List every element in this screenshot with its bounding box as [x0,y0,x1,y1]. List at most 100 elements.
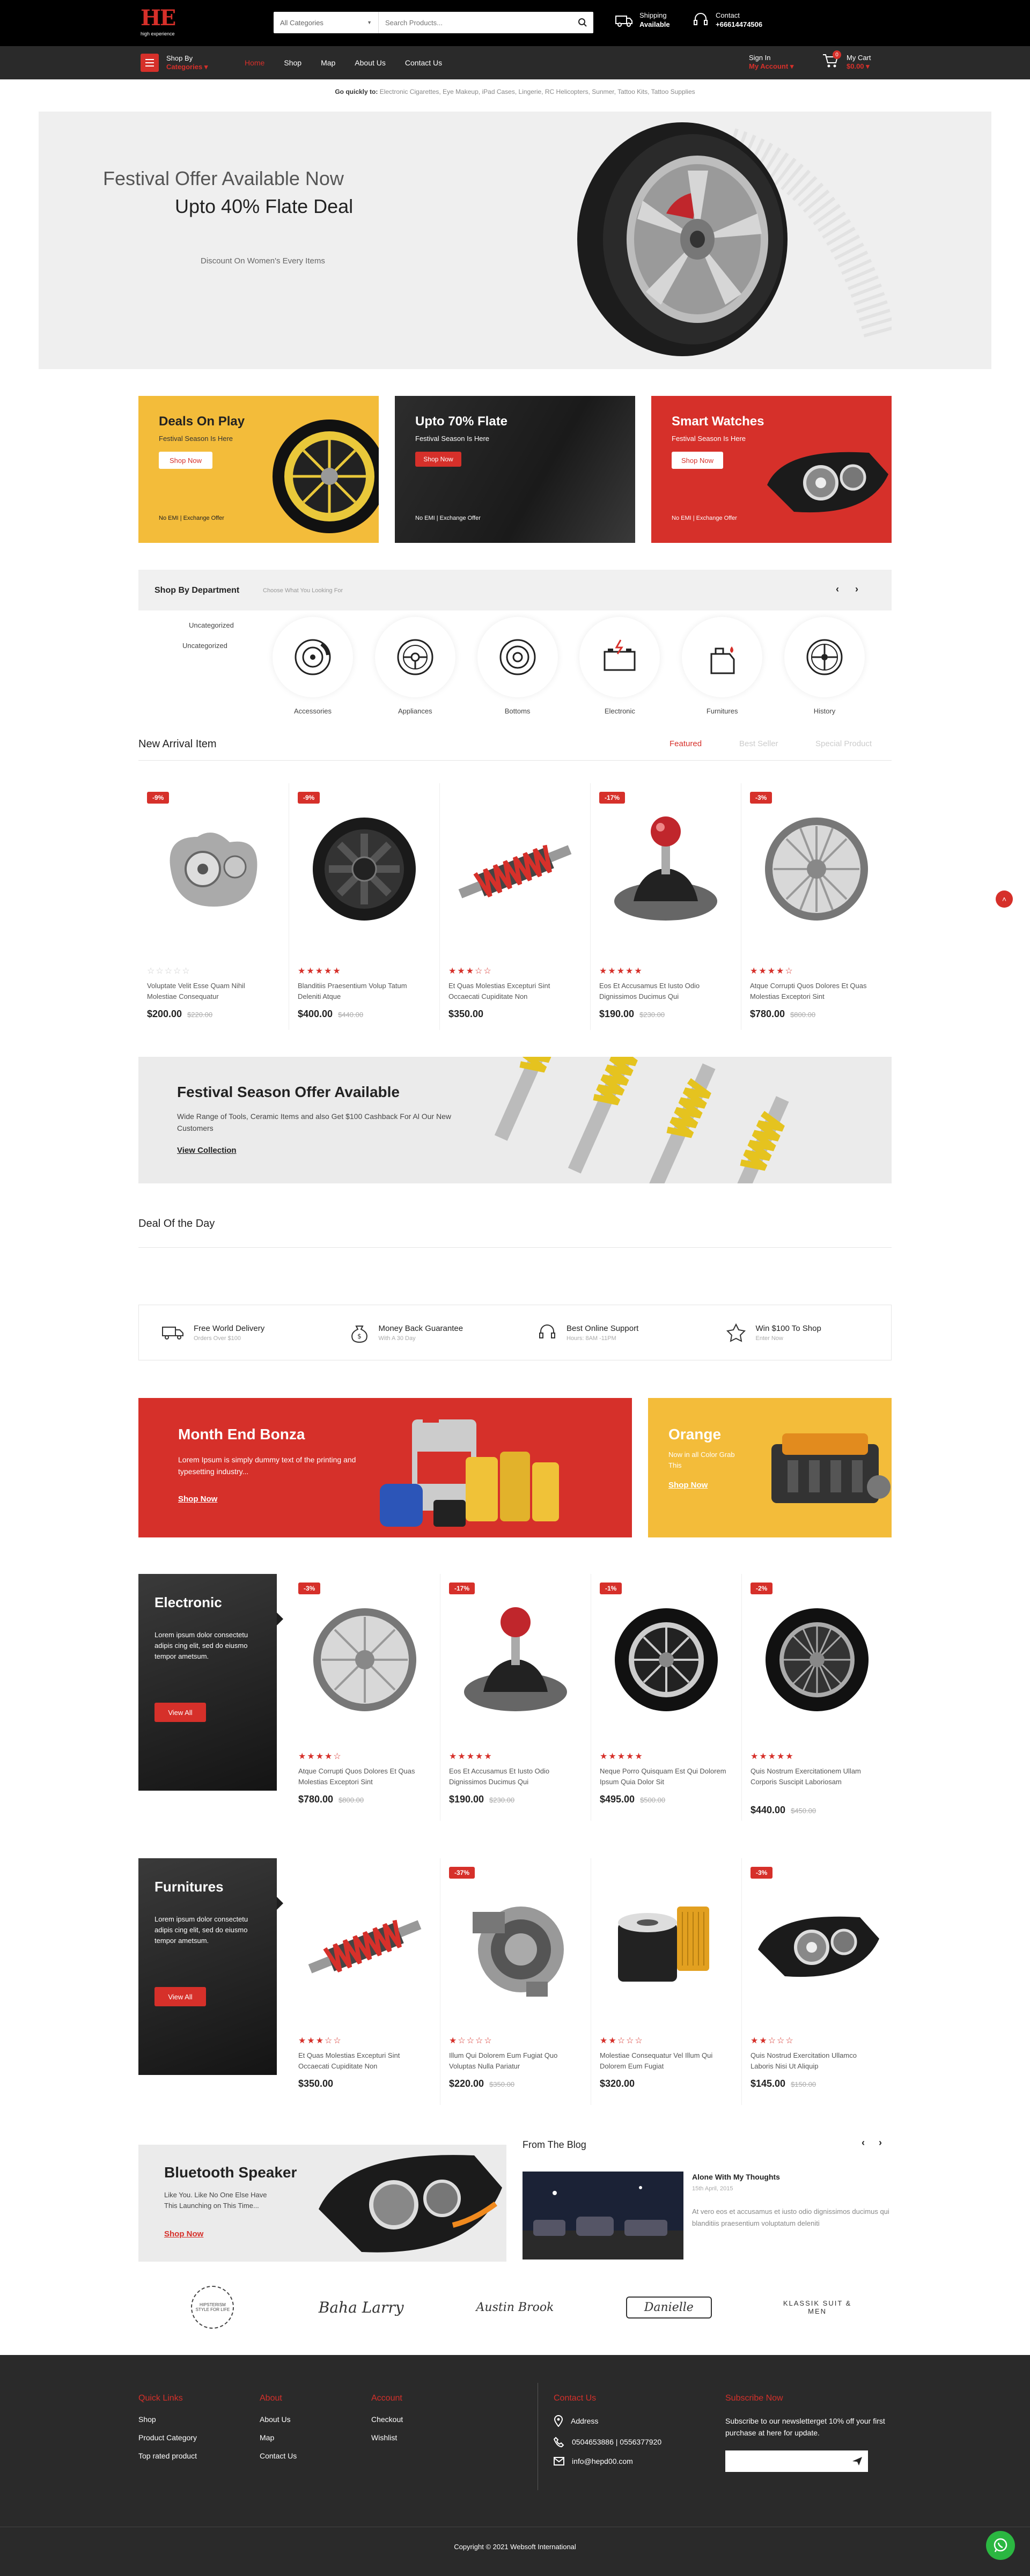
shop-now-button[interactable]: Shop Now [672,452,723,469]
contact-phone[interactable]: +66614474506 [716,20,762,29]
view-collection-link[interactable]: View Collection [177,1146,237,1155]
department-next[interactable]: › [855,584,858,595]
quick-link[interactable]: Sunmer, [592,88,616,95]
tab-best-seller[interactable]: Best Seller [739,739,778,748]
product-name[interactable]: Atque Corrupti Quos Dolores Et Quas Mole… [750,981,879,1002]
quick-link[interactable]: Eye Makeup, [443,88,480,95]
department-prev[interactable]: ‹ [836,584,839,595]
nav-link-map[interactable]: Map [321,58,335,67]
shop-now-link[interactable]: Shop Now [668,1481,708,1490]
footer-link[interactable]: Wishlist [371,2433,403,2442]
product-name[interactable]: Molestiae Consequatur Vel Illum Qui Dolo… [600,2050,729,2072]
footer-link[interactable]: About Us [260,2415,297,2424]
quick-link[interactable]: iPad Cases, [482,88,517,95]
product-card[interactable]: -9% ☆☆☆☆☆ Voluptate Velit Esse Quam Nihi… [138,783,289,1030]
product-name[interactable]: Blanditiis Praesentium Volup Tatum Delen… [298,981,426,1002]
product-name[interactable]: Neque Porro Quisquam Est Qui Dolorem Ips… [600,1766,729,1787]
shop-now-button[interactable]: Shop Now [415,452,461,467]
product-name[interactable]: Eos Et Accusamus Et Iusto Odio Dignissim… [599,981,728,1002]
product-name[interactable]: Quis Nostrud Exercitation Ullamco Labori… [751,2050,879,2072]
blog-next[interactable]: › [879,2137,882,2148]
category-electronic[interactable]: Electronic [579,617,660,715]
footer-link[interactable]: Map [260,2433,297,2442]
product-card[interactable]: -17% ★★★★★ Eos Et Accusamus Et Iusto Odi… [591,783,741,1030]
category-accessories[interactable]: Accessories [273,617,353,715]
footer-link[interactable]: Product Category [138,2433,197,2442]
product-card[interactable]: -3% ★★☆☆☆ Quis Nostrud Exercitation Ulla… [742,1858,892,2105]
promo-title: Smart Watches [672,414,764,429]
brand-logo[interactable]: Austin Brook [467,2301,563,2314]
category-appliances[interactable]: Appliances [374,617,455,715]
footer-email[interactable]: info@hepd00.com [572,2457,633,2465]
footer-link[interactable]: Checkout [371,2415,403,2424]
nav-link-contact[interactable]: Contact Us [405,58,442,67]
product-card[interactable]: -2% ★★★★★ Quis Nostrum Exercitationem Ul… [742,1574,892,1821]
blog-post-title[interactable]: Alone With My Thoughts [692,2173,780,2181]
department-sub-item[interactable]: Uncategorized [189,621,234,629]
promo-card-flate[interactable]: Upto 70% Flate Festival Season Is Here S… [395,396,635,543]
brand-logo[interactable]: Baha Larry [318,2299,404,2316]
footer-phone[interactable]: 0504653886 | 0556377920 [572,2438,661,2446]
nav-link-shop[interactable]: Shop [284,58,301,67]
cart-button[interactable]: 0 My Cart $0.00 ▾ [822,50,871,71]
product-name[interactable]: Voluptate Velit Esse Quam Nihil Molestia… [147,981,276,1002]
rating-stars: ★☆☆☆☆ [449,2036,493,2045]
promo-card-deals[interactable]: Deals On Play Festival Season Is Here Sh… [138,396,379,543]
brand-logo[interactable]: HIPSTERISM STYLE FOR LIFE [170,2286,255,2329]
nav-link-about[interactable]: About Us [355,58,386,67]
promo-title: Upto 70% Flate [415,414,508,429]
blog-image[interactable] [523,2172,683,2259]
nav-link-home[interactable]: Home [245,58,264,67]
product-card[interactable]: -3% ★★★★☆ Atque Corrupti Quos Dolores Et… [290,1574,440,1821]
brand-logo[interactable]: Danielle [626,2296,712,2319]
view-all-button[interactable]: View All [154,1987,206,2006]
search-input[interactable] [379,12,572,33]
product-card[interactable]: -17% ★★★★★ Eos Et Accusamus Et Iusto Odi… [440,1574,591,1821]
brand-logo[interactable]: KLASSIK SUIT & MEN [775,2299,860,2315]
category-label: Accessories [293,707,332,715]
tab-featured[interactable]: Featured [670,739,702,748]
tab-special-product[interactable]: Special Product [815,739,872,748]
subscribe-email-input[interactable] [725,2450,847,2472]
product-card[interactable]: -9% ★★★★★ Blanditiis Praesentium Volup T… [289,783,440,1030]
quick-link[interactable]: Tattoo Supplies [651,88,695,95]
search-button[interactable] [572,12,593,33]
product-card[interactable]: ★★☆☆☆ Molestiae Consequatur Vel Illum Qu… [591,1858,742,2105]
quick-link[interactable]: Lingerie, [519,88,543,95]
product-name[interactable]: Atque Corrupti Quos Dolores Et Quas Mole… [298,1766,427,1787]
scroll-top-button[interactable]: ˄ [996,890,1013,908]
shop-now-link[interactable]: Shop Now [164,2229,203,2239]
product-card[interactable]: -3% ★★★★☆ Atque Corrupti Quos Dolores Et… [741,783,892,1030]
product-name[interactable]: Et Quas Molestias Excepturi Sint Occaeca… [298,2050,427,2072]
site-logo[interactable]: HE high experience [141,6,179,37]
department-sub-item[interactable]: Uncategorized [182,642,227,650]
product-card[interactable]: -37% ★☆☆☆☆ Illum Qui Dolorem Eum Fugiat … [440,1858,591,2105]
product-card[interactable]: -1% ★★★★★ Neque Porro Quisquam Est Qui D… [591,1574,742,1821]
product-name[interactable]: Illum Qui Dolorem Eum Fugiat Quo Volupta… [449,2050,578,2072]
shop-now-link[interactable]: Shop Now [178,1495,217,1504]
category-furnitures[interactable]: Furnitures [682,617,763,715]
category-history[interactable]: History [784,617,865,715]
blog-prev[interactable]: ‹ [862,2137,865,2148]
quick-link[interactable]: RC Helicopters, [545,88,590,95]
whatsapp-button[interactable] [986,2531,1015,2560]
category-select[interactable]: All Categories ▼ [274,12,379,33]
category-bottoms[interactable]: Bottoms [477,617,558,715]
account-menu[interactable]: Sign In My Account ▾ [749,54,793,71]
quick-link[interactable]: Tattoo Kits, [617,88,649,95]
subscribe-button[interactable] [847,2450,868,2472]
promo-card-watches[interactable]: Smart Watches Festival Season Is Here Sh… [651,396,892,543]
footer-link[interactable]: Shop [138,2415,197,2424]
categories-toggle[interactable]: Shop By Categories ▾ [141,54,208,72]
tire-image [577,122,892,356]
product-card[interactable]: ★★★☆☆ Et Quas Molestias Excepturi Sint O… [440,783,591,1030]
product-name[interactable]: Quis Nostrum Exercitationem Ullam Corpor… [751,1766,879,1787]
product-name[interactable]: Eos Et Accusamus Et Iusto Odio Dignissim… [449,1766,578,1787]
product-name[interactable]: Et Quas Molestias Excepturi Sint Occaeca… [448,981,577,1002]
view-all-button[interactable]: View All [154,1703,206,1722]
shop-now-button[interactable]: Shop Now [159,452,212,469]
quick-link[interactable]: Electronic Cigarettes, [380,88,441,95]
footer-link[interactable]: Contact Us [260,2452,297,2460]
footer-link[interactable]: Top rated product [138,2452,197,2460]
product-card[interactable]: ★★★☆☆ Et Quas Molestias Excepturi Sint O… [290,1858,440,2105]
